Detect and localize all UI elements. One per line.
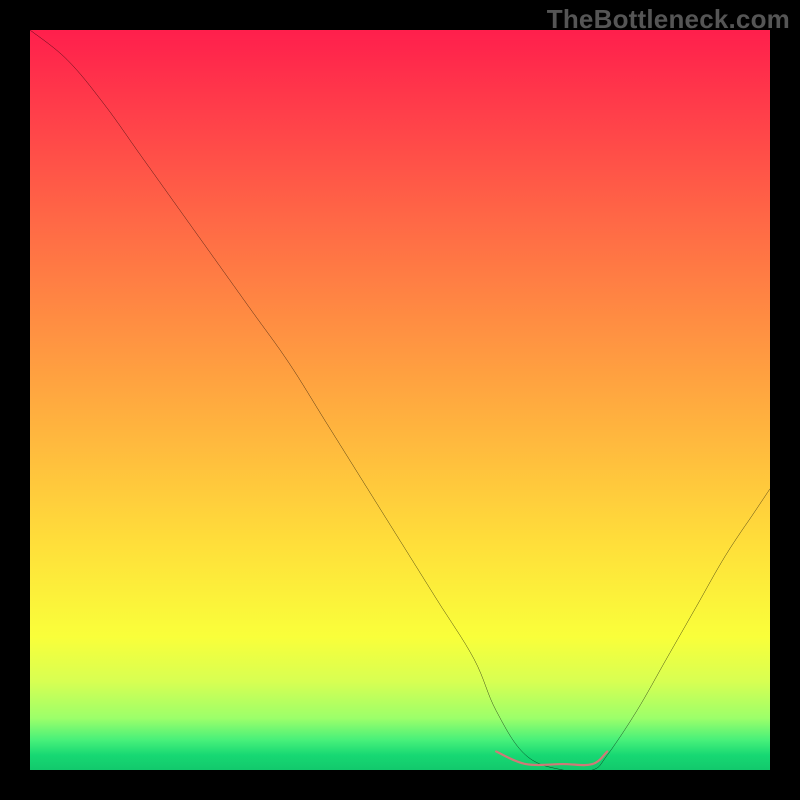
chart-frame: TheBottleneck.com xyxy=(0,0,800,800)
chart-svg xyxy=(30,30,770,770)
metric-curve xyxy=(30,30,770,770)
highlight-band xyxy=(496,752,607,766)
plot-area xyxy=(30,30,770,770)
